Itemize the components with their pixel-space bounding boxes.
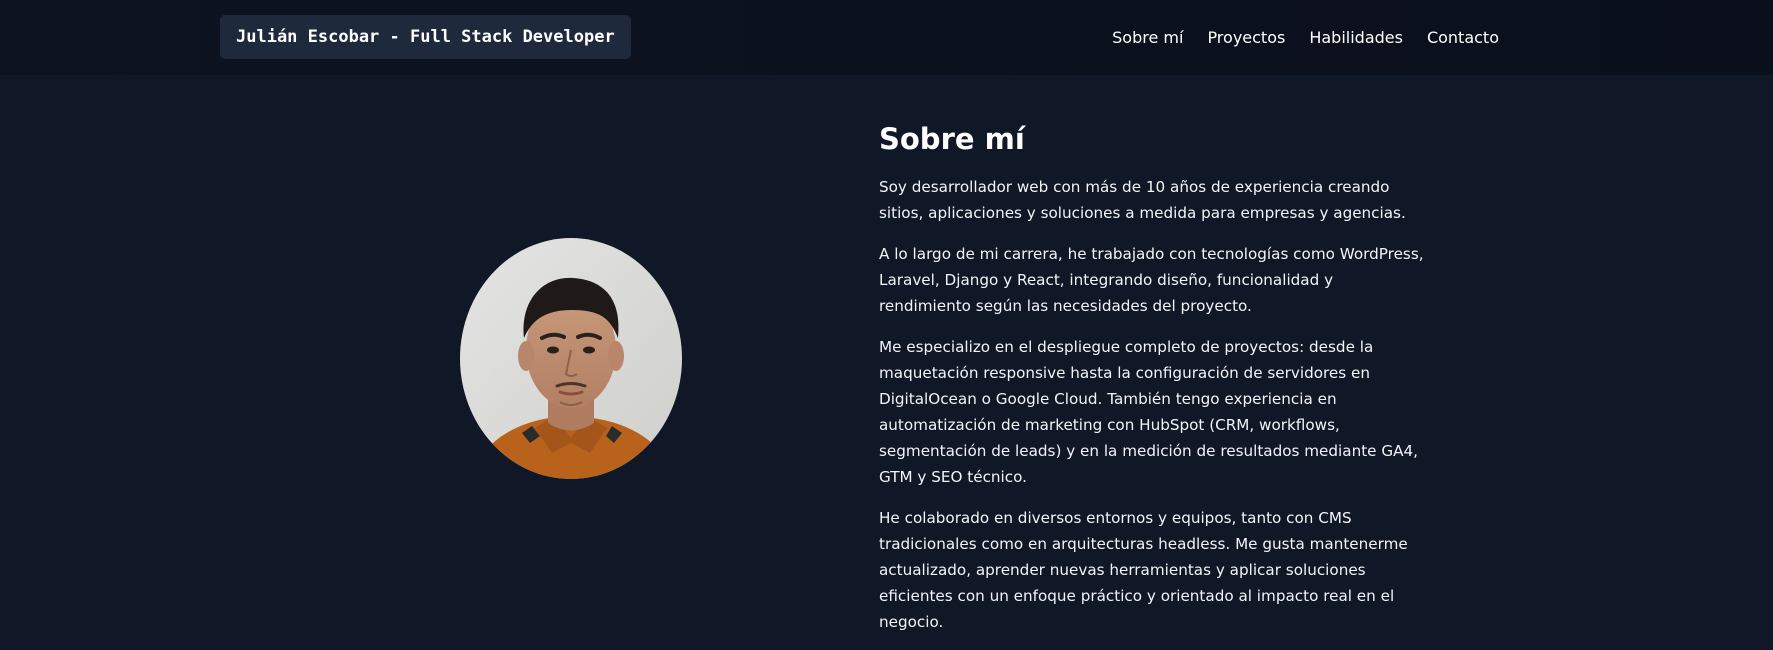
profile-photo-illustration (460, 238, 682, 479)
about-paragraph-3: Me especializo en el despliegue completo… (879, 338, 1418, 486)
main-nav: Sobre mí Proyectos Habilidades Contacto (1112, 0, 1499, 75)
nav-link-habilidades[interactable]: Habilidades (1309, 28, 1403, 47)
top-navbar: Julián Escobar - Full Stack Developer So… (0, 0, 1773, 75)
about-section: Sobre mí Soy desarrollador web con más d… (879, 118, 1424, 650)
about-paragraph-1: Soy desarrollador web con más de 10 años… (879, 178, 1406, 222)
nav-link-proyectos[interactable]: Proyectos (1207, 28, 1285, 47)
about-title: Sobre mí (879, 122, 1025, 156)
profile-photo (460, 238, 682, 479)
about-paragraph-4: He colaborado en diversos entornos y equ… (879, 509, 1408, 631)
about-paragraph-2: A lo largo de mi carrera, he trabajado c… (879, 245, 1424, 315)
nav-link-contacto[interactable]: Contacto (1427, 28, 1499, 47)
site-brand-link[interactable]: Julián Escobar - Full Stack Developer (220, 15, 631, 59)
nav-link-sobre-mi[interactable]: Sobre mí (1112, 28, 1183, 47)
